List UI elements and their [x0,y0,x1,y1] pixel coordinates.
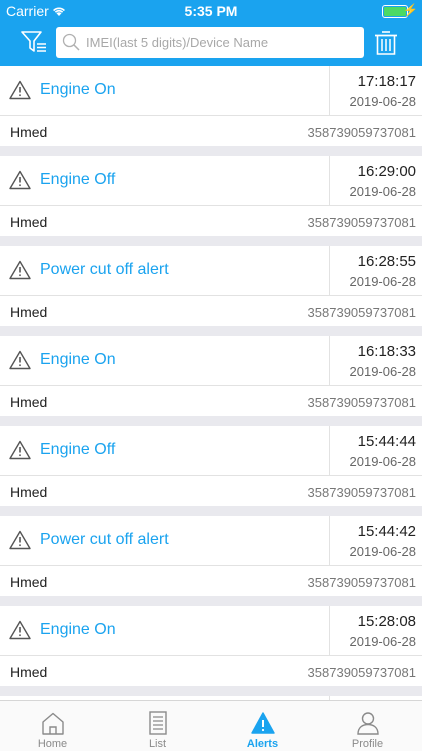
alert-list[interactable]: Engine On 17:18:17 2019-06-28 Hmed 35873… [0,66,422,700]
alert-type: Engine On [40,621,116,638]
alert-header: Engine Off 15:44:44 2019-06-28 [0,426,422,476]
alert-date: 2019-06-28 [349,184,417,199]
tab-label: Profile [351,738,384,750]
device-name: Hmed [10,574,48,590]
divider [329,426,330,475]
tab-home[interactable]: Home [0,701,105,751]
tab-alerts[interactable]: Alerts [210,701,315,751]
device-imei: 358739059737081 [307,125,416,140]
warning-icon [9,530,31,555]
device-name: Hmed [10,124,48,140]
warning-icon [9,170,31,195]
person-icon [357,712,379,735]
alert-date: 2019-06-28 [349,544,417,559]
alert-time: 16:28:55 [357,253,416,270]
home-icon [42,712,64,735]
divider [329,156,330,205]
alert-header: Power cut off alert 16:28:55 2019-06-28 [0,246,422,296]
device-imei: 358739059737081 [307,395,416,410]
charging-icon: ⚡ [403,3,418,17]
alert-type: Engine Off [40,171,116,188]
alert-time: 15:44:44 [357,433,416,450]
alert-header: Engine Off 16:29:00 2019-06-28 [0,156,422,206]
alert-date: 2019-06-28 [349,364,417,379]
tab-bar: Home List Alerts Profile [0,700,422,751]
alert-header: Engine On 16:18:33 2019-06-28 [0,336,422,386]
tab-label: List [148,738,167,750]
tab-label: Home [37,738,68,750]
device-name: Hmed [10,484,48,500]
alert-card[interactable]: Engine On 17:18:17 2019-06-28 Hmed 35873… [0,66,422,146]
device-name: Hmed [10,664,48,680]
alert-date: 2019-06-28 [349,634,417,649]
alert-time: 16:29:00 [357,163,416,180]
alert-time: 17:18:17 [357,73,416,90]
warning-icon [9,440,31,465]
alert-card[interactable]: Engine Off 15:44:44 2019-06-28 Hmed 3587… [0,426,422,506]
device-name: Hmed [10,304,48,320]
device-name: Hmed [10,394,48,410]
alert-type: Engine On [40,351,116,368]
alert-date: 2019-06-28 [349,274,417,289]
filter-button[interactable] [21,30,47,59]
alert-time: 15:44:42 [357,523,416,540]
trash-icon [375,31,397,55]
warning-icon [9,620,31,645]
divider [329,66,330,115]
list-icon [149,711,167,735]
device-imei: 358739059737081 [307,575,416,590]
divider [329,336,330,385]
top-bar: Carrier 5:35 PM ⚡ [0,0,422,66]
search-input[interactable] [86,27,356,58]
alert-card[interactable]: Power cut off alert 15:44:42 2019-06-28 … [0,516,422,596]
device-name: Hmed [10,214,48,230]
divider [329,246,330,295]
alert-type: Engine Off [40,441,116,458]
tab-profile[interactable]: Profile [315,701,420,751]
tab-label: Alerts [246,738,279,750]
status-time: 5:35 PM [184,3,238,19]
alert-card[interactable]: Engine Off 16:29:00 2019-06-28 Hmed 3587… [0,156,422,236]
alert-icon [251,712,275,734]
alert-card[interactable]: Power cut off alert 16:28:55 2019-06-28 … [0,246,422,326]
tab-list[interactable]: List [105,701,210,751]
alert-header: Engine On 17:18:17 2019-06-28 [0,66,422,116]
device-imei: 358739059737081 [307,215,416,230]
device-imei: 358739059737081 [307,485,416,500]
device-imei: 358739059737081 [307,305,416,320]
alert-card[interactable]: Engine On 15:28:08 2019-06-28 Hmed 35873… [0,606,422,686]
device-imei: 358739059737081 [307,665,416,680]
status-bar: Carrier 5:35 PM ⚡ [0,0,422,22]
alert-type: Power cut off alert [40,261,169,278]
alert-type: Power cut off alert [40,531,169,548]
alert-header: Engine On 15:28:08 2019-06-28 [0,606,422,656]
search-icon [62,33,80,51]
alert-time: 16:18:33 [357,343,416,360]
warning-icon [9,80,31,105]
alert-time: 15:28:08 [357,613,416,630]
divider [329,606,330,655]
search-box[interactable] [56,27,364,58]
warning-icon [9,260,31,285]
filter-icon [21,31,46,52]
alert-type: Engine On [40,81,116,98]
alert-header: Power cut off alert 15:44:42 2019-06-28 [0,516,422,566]
alert-card[interactable]: Engine On 16:18:33 2019-06-28 Hmed 35873… [0,336,422,416]
divider [329,516,330,565]
alert-date: 2019-06-28 [349,454,417,469]
warning-icon [9,350,31,375]
alert-date: 2019-06-28 [349,94,417,109]
delete-button[interactable] [374,29,398,62]
